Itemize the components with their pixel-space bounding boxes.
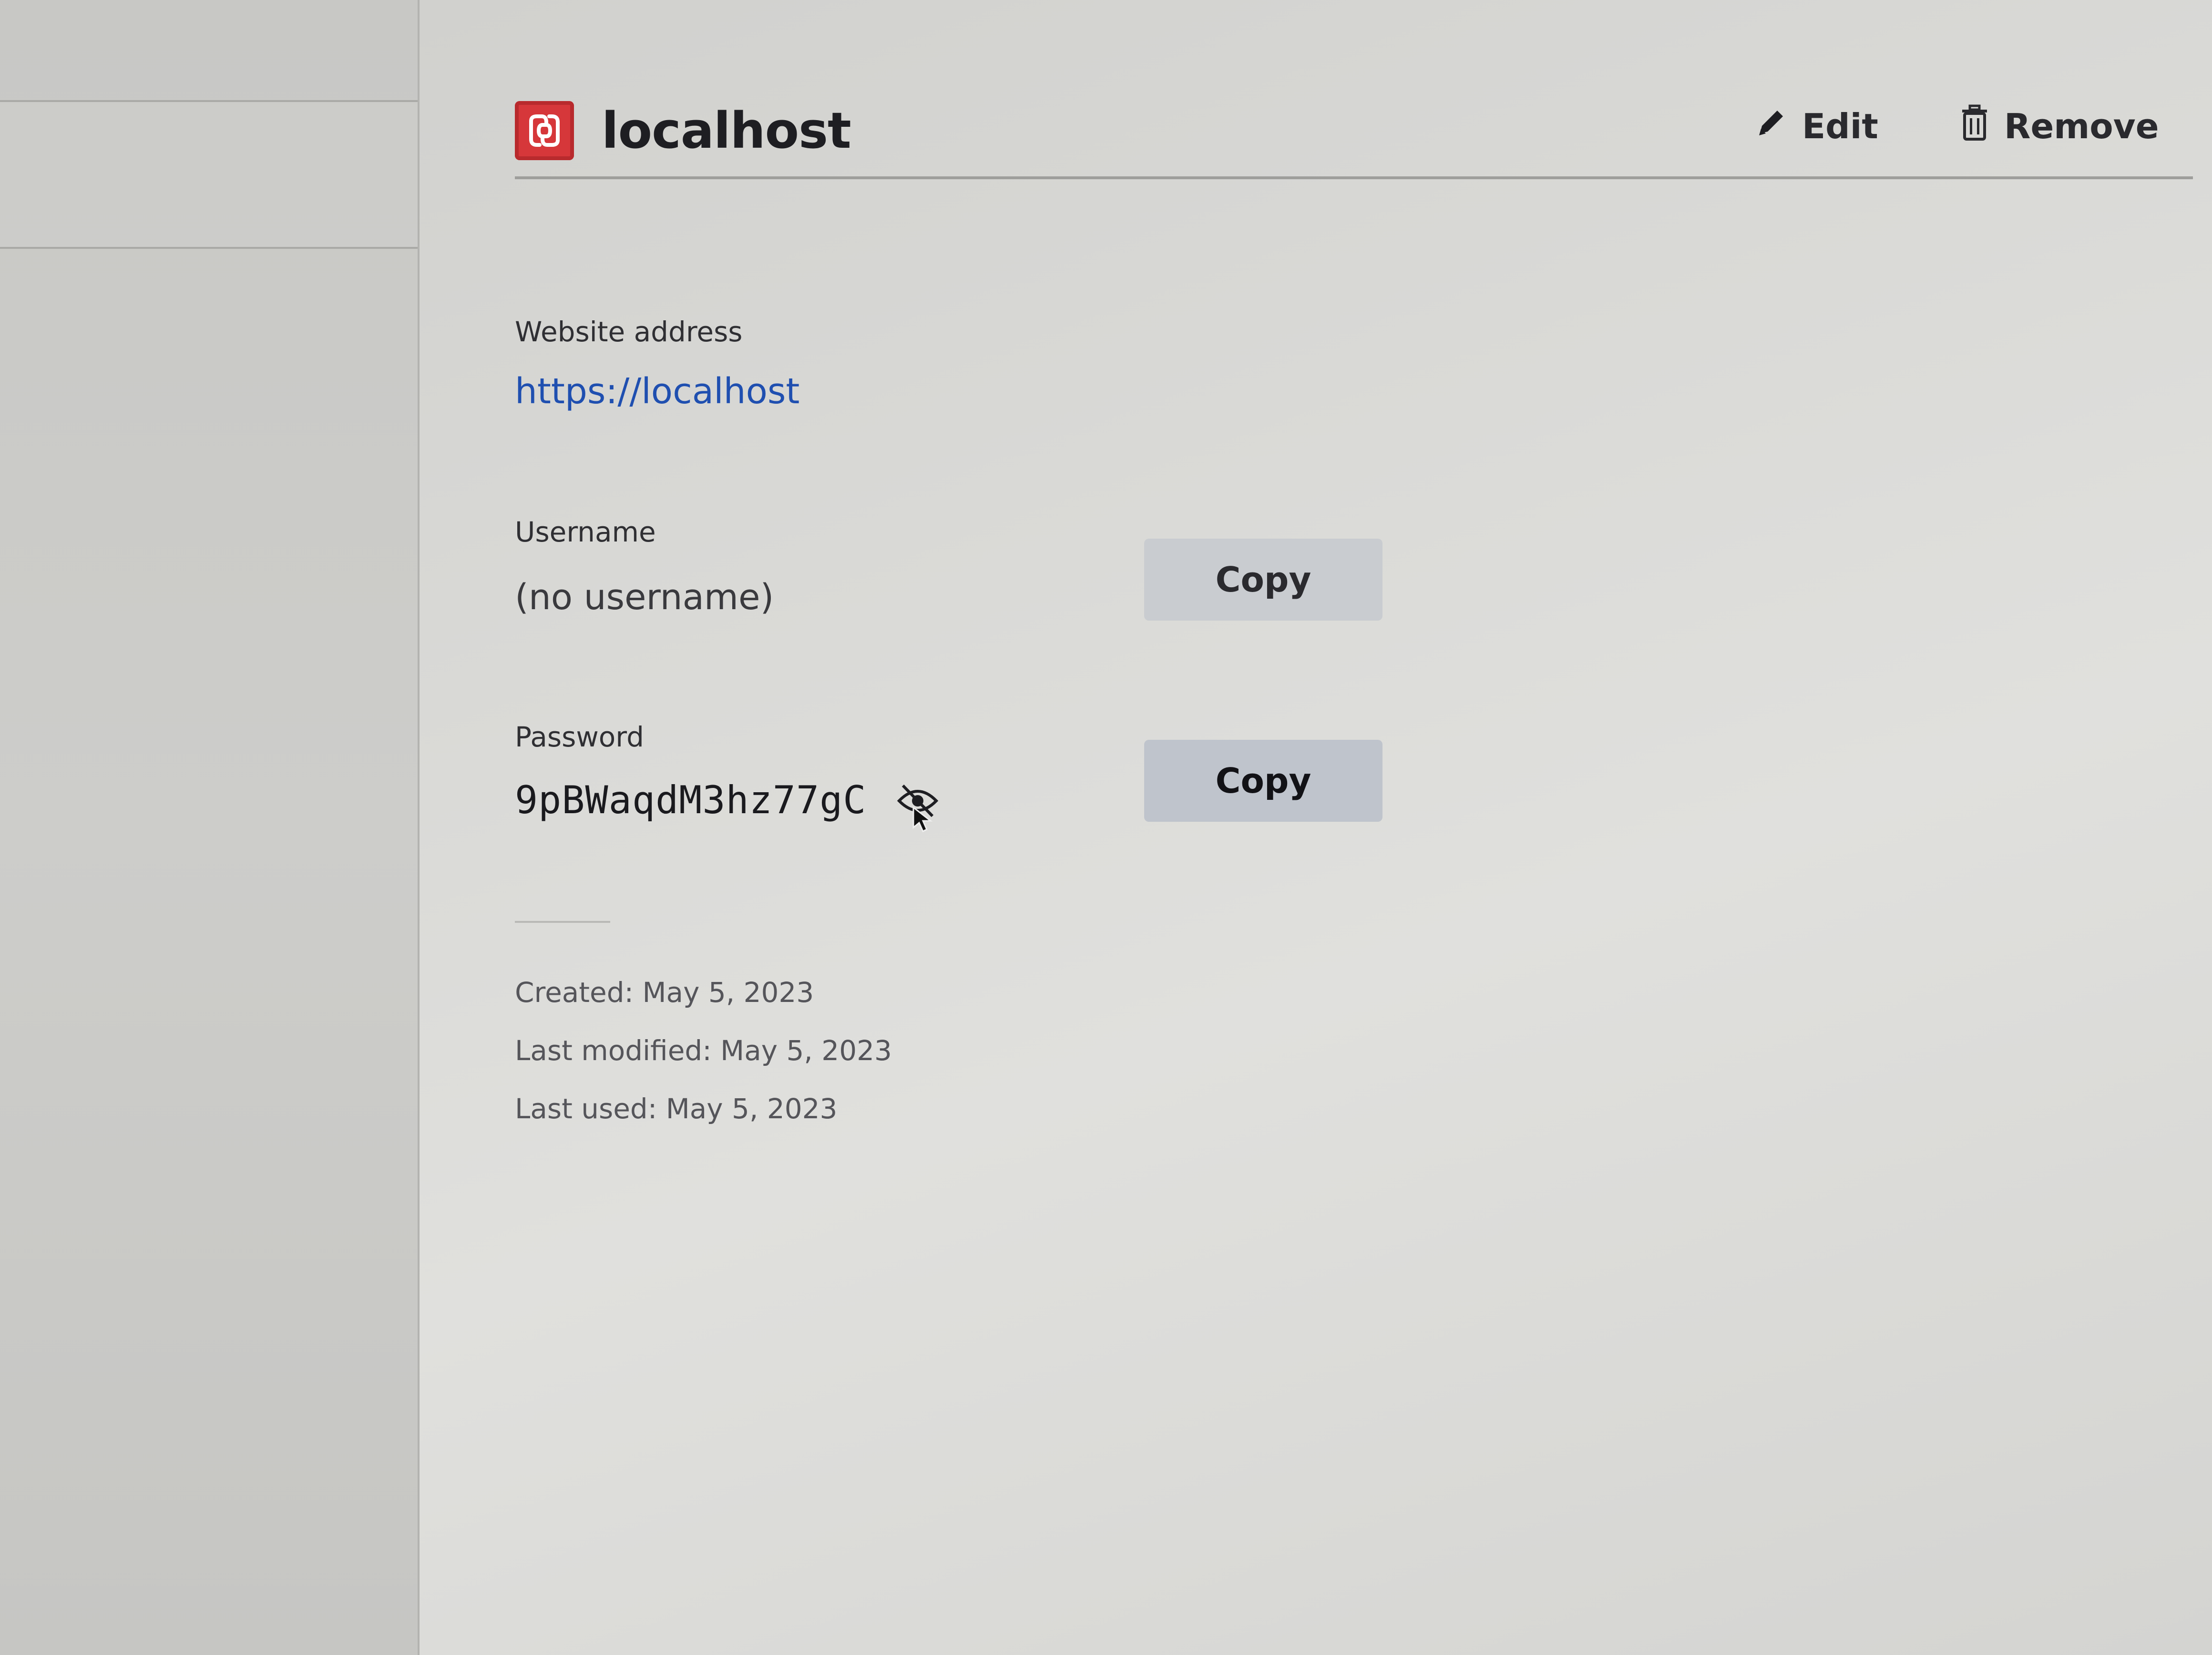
sidebar-list-item-selected[interactable] xyxy=(0,102,418,249)
remove-button-label: Remove xyxy=(2004,106,2159,146)
copy-username-button[interactable]: Copy xyxy=(1144,539,1382,621)
website-address-link[interactable]: https://localhost xyxy=(515,371,799,412)
eye-slash-icon[interactable] xyxy=(896,782,939,834)
pencil-icon xyxy=(1754,106,1788,147)
sidebar-list-item[interactable] xyxy=(0,0,418,102)
edit-button-label: Edit xyxy=(1802,106,1878,146)
login-title: localhost xyxy=(602,102,851,160)
password-label: Password xyxy=(515,721,644,753)
logins-sidebar xyxy=(0,0,420,1655)
password-manager-window: localhost Edit Remove Website address ht… xyxy=(0,0,2212,1655)
last-used-date: Last used: May 5, 2023 xyxy=(515,1093,838,1125)
last-modified-date: Last modified: May 5, 2023 xyxy=(515,1034,892,1067)
login-detail-panel: localhost Edit Remove Website address ht… xyxy=(515,0,2193,1655)
xampp-logo-icon xyxy=(515,101,574,160)
username-value: (no username) xyxy=(515,577,774,618)
password-value: 9pBWaqdM3hz77gC xyxy=(515,778,867,822)
edit-button[interactable]: Edit xyxy=(1754,100,1878,153)
metadata-divider xyxy=(515,921,610,923)
created-date: Created: May 5, 2023 xyxy=(515,976,814,1009)
website-address-label: Website address xyxy=(515,316,743,348)
trash-icon xyxy=(1959,104,1990,149)
login-header: localhost Edit Remove xyxy=(515,95,2193,179)
remove-button[interactable]: Remove xyxy=(1959,100,2159,153)
username-label: Username xyxy=(515,516,656,548)
copy-password-button[interactable]: Copy xyxy=(1144,740,1382,822)
